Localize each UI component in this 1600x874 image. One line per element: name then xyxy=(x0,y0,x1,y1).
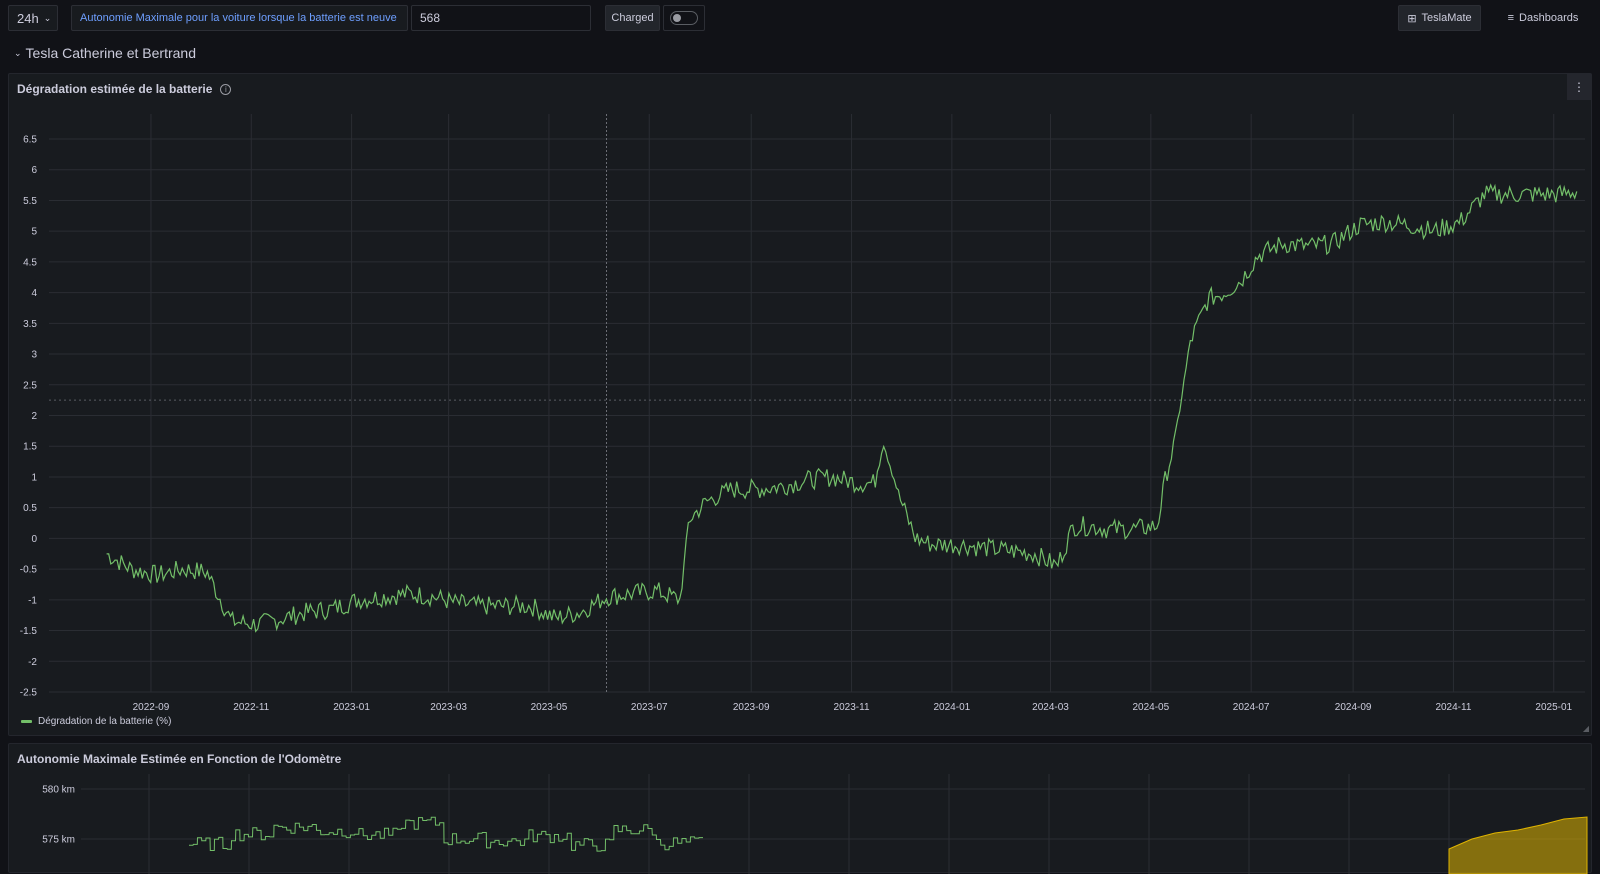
green-series-line xyxy=(189,816,703,852)
time-range-picker[interactable]: 24h ⌄ xyxy=(8,5,58,31)
x-tick-label: 2023-03 xyxy=(430,702,467,713)
y-tick-label: 4.5 xyxy=(23,257,37,268)
y-tick-label: -0.5 xyxy=(20,565,38,576)
y-tick-label: 1 xyxy=(31,472,37,483)
y-tick-label: 1.5 xyxy=(23,442,37,453)
degradation-line-chart: 6.5 6 5.5 5 4.5 4 3.5 3 2.5 2 1.5 1 0.5 0 -0.5 -1 -1.5 -2… xyxy=(20,114,1585,713)
y-tick-label: -1 xyxy=(28,595,37,606)
series-line xyxy=(106,183,1578,633)
dashboards-label: Dashboards xyxy=(1519,12,1579,24)
y-tick-label: -2.5 xyxy=(20,688,38,699)
x-tick-label: 2024-07 xyxy=(1233,702,1270,713)
y-tick-label: 580 km xyxy=(42,785,75,796)
y-axis-ticks: 580 km 575 km xyxy=(42,785,75,846)
x-tick-label: 2024-09 xyxy=(1335,702,1372,713)
y-tick-label: 6 xyxy=(31,165,37,176)
y-axis-ticks: 6.5 6 5.5 5 4.5 4 3.5 3 2.5 2 1.5 1 0.5 0 -0.5 -1 -1.5 -2… xyxy=(20,135,38,699)
y-tick-label: -1.5 xyxy=(20,626,38,637)
y-tick-label: 0.5 xyxy=(23,503,37,514)
row-header[interactable]: ⌄ Tesla Catherine et Bertrand xyxy=(14,45,196,61)
x-tick-label: 2022-09 xyxy=(133,702,170,713)
charged-label: Charged xyxy=(605,5,660,31)
row-title: Tesla Catherine et Bertrand xyxy=(25,45,196,61)
chevron-down-icon: ⌄ xyxy=(43,12,52,23)
x-axis-ticks: 2022-09 2022-11 2023-01 2023-03 2023-05 2023-… xyxy=(133,702,1573,713)
y-tick-label: 6.5 xyxy=(23,135,37,146)
y-tick-label: 2.5 xyxy=(23,380,37,391)
x-tick-label: 2025-01 xyxy=(1535,702,1572,713)
y-tick-label: 5.5 xyxy=(23,196,37,207)
grid-icon: ⊞ xyxy=(1407,12,1417,25)
variable-label: Autonomie Maximale pour la voiture lorsq… xyxy=(71,5,408,31)
grid xyxy=(49,114,1585,693)
x-tick-label: 2023-09 xyxy=(733,702,770,713)
y-tick-label: 0 xyxy=(31,534,37,545)
x-tick-label: 2023-05 xyxy=(531,702,568,713)
y-tick-label: 3.5 xyxy=(23,319,37,330)
legend-swatch xyxy=(21,720,32,723)
x-tick-label: 2024-03 xyxy=(1032,702,1069,713)
range-odometer-panel: Autonomie Maximale Estimée en Fonction d… xyxy=(8,743,1592,874)
toggle-switch[interactable] xyxy=(670,11,698,25)
range-odometer-chart: 580 km 575 km xyxy=(42,774,1588,874)
teslamate-label: TeslaMate xyxy=(1421,12,1472,24)
y-tick-label: 2 xyxy=(31,411,37,422)
yellow-series-area xyxy=(1448,816,1588,874)
battery-degradation-panel: Dégradation estimée de la batterie i ⋮ 6… xyxy=(8,73,1592,736)
x-tick-label: 2024-11 xyxy=(1435,702,1471,713)
toggle-knob xyxy=(673,14,681,22)
series-marks xyxy=(189,816,1588,874)
teslamate-button[interactable]: ⊞ TeslaMate xyxy=(1398,5,1481,31)
resize-handle-icon[interactable]: ◢ xyxy=(1583,724,1589,733)
x-tick-label: 2024-01 xyxy=(934,702,971,713)
chevron-down-icon: ⌄ xyxy=(14,47,22,58)
x-tick-label: 2023-11 xyxy=(834,702,870,713)
dashboards-button[interactable]: ≡ Dashboards xyxy=(1497,5,1589,31)
x-tick-label: 2023-07 xyxy=(631,702,668,713)
menu-icon: ≡ xyxy=(1507,12,1515,24)
x-tick-label: 2022-11 xyxy=(233,702,269,713)
y-tick-label: 3 xyxy=(31,350,37,361)
legend[interactable]: Dégradation de la batterie (%) xyxy=(21,716,171,727)
x-tick-label: 2023-01 xyxy=(333,702,370,713)
y-tick-label: -2 xyxy=(28,657,37,668)
y-tick-label: 5 xyxy=(31,227,37,238)
x-tick-label: 2024-05 xyxy=(1132,702,1169,713)
time-range-label: 24h xyxy=(17,10,39,26)
legend-label: Dégradation de la batterie (%) xyxy=(38,716,172,727)
y-tick-label: 575 km xyxy=(42,835,75,846)
y-tick-label: 4 xyxy=(31,288,37,299)
top-toolbar: 24h ⌄ Autonomie Maximale pour la voiture… xyxy=(0,0,1600,36)
charged-toggle[interactable] xyxy=(663,5,705,31)
variable-input[interactable]: 568 xyxy=(411,5,591,31)
grid xyxy=(81,774,1585,874)
